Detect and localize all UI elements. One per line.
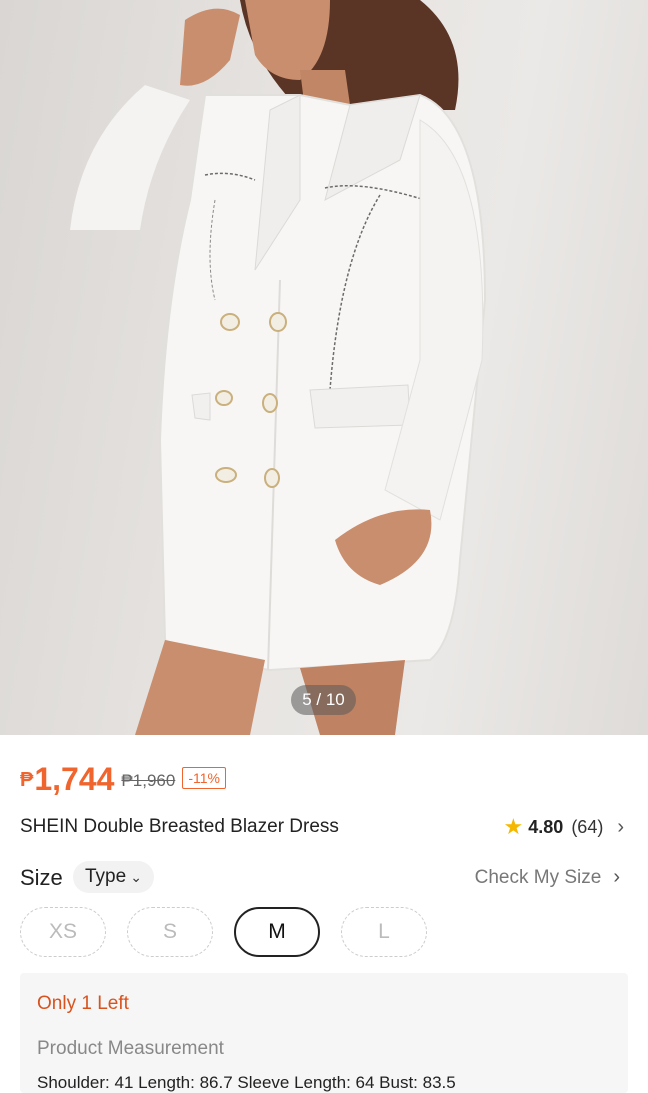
measurement-title: Product Measurement	[37, 1038, 224, 1059]
size-type-label: Type	[85, 866, 127, 887]
rating-value: 4.80	[528, 816, 564, 837]
size-option-m[interactable]: M	[234, 907, 320, 957]
check-my-size-link[interactable]: Check My Size ›	[475, 866, 620, 889]
product-title: SHEIN Double Breasted Blazer Dress	[20, 816, 339, 837]
chevron-down-icon: ⌄	[130, 869, 142, 885]
size-label: Size	[20, 865, 63, 890]
review-count: (64)	[571, 816, 604, 837]
size-options: XS S M L	[20, 907, 427, 957]
product-image[interactable]: 5 / 10	[0, 0, 648, 735]
stock-message: Only 1 Left	[37, 993, 129, 1014]
chevron-right-icon: ›	[617, 815, 624, 838]
product-photo	[70, 0, 487, 735]
measurement-values: Shoulder: 41 Length: 86.7 Sleeve Length:…	[37, 1073, 456, 1092]
image-counter: 5 / 10	[291, 685, 356, 715]
size-option-s[interactable]: S	[127, 907, 213, 957]
price-row: ₱ 1,744 ₱1,960 -11%	[20, 755, 226, 797]
star-icon: ★	[503, 814, 524, 839]
discount-badge: -11%	[182, 767, 226, 789]
check-my-size-label: Check My Size	[474, 867, 602, 888]
chevron-right-icon: ›	[613, 866, 620, 888]
rating-link[interactable]: ★ 4.80 (64) ›	[504, 814, 624, 840]
current-price: 1,744	[34, 761, 115, 797]
size-option-l[interactable]: L	[341, 907, 427, 957]
size-type-dropdown[interactable]: Type ⌄	[73, 861, 154, 893]
original-price: ₱1,960	[121, 771, 176, 790]
currency-symbol: ₱	[20, 769, 34, 791]
stock-info-panel: Only 1 Left Product Measurement Shoulder…	[20, 973, 628, 1093]
size-option-xs[interactable]: XS	[20, 907, 106, 957]
